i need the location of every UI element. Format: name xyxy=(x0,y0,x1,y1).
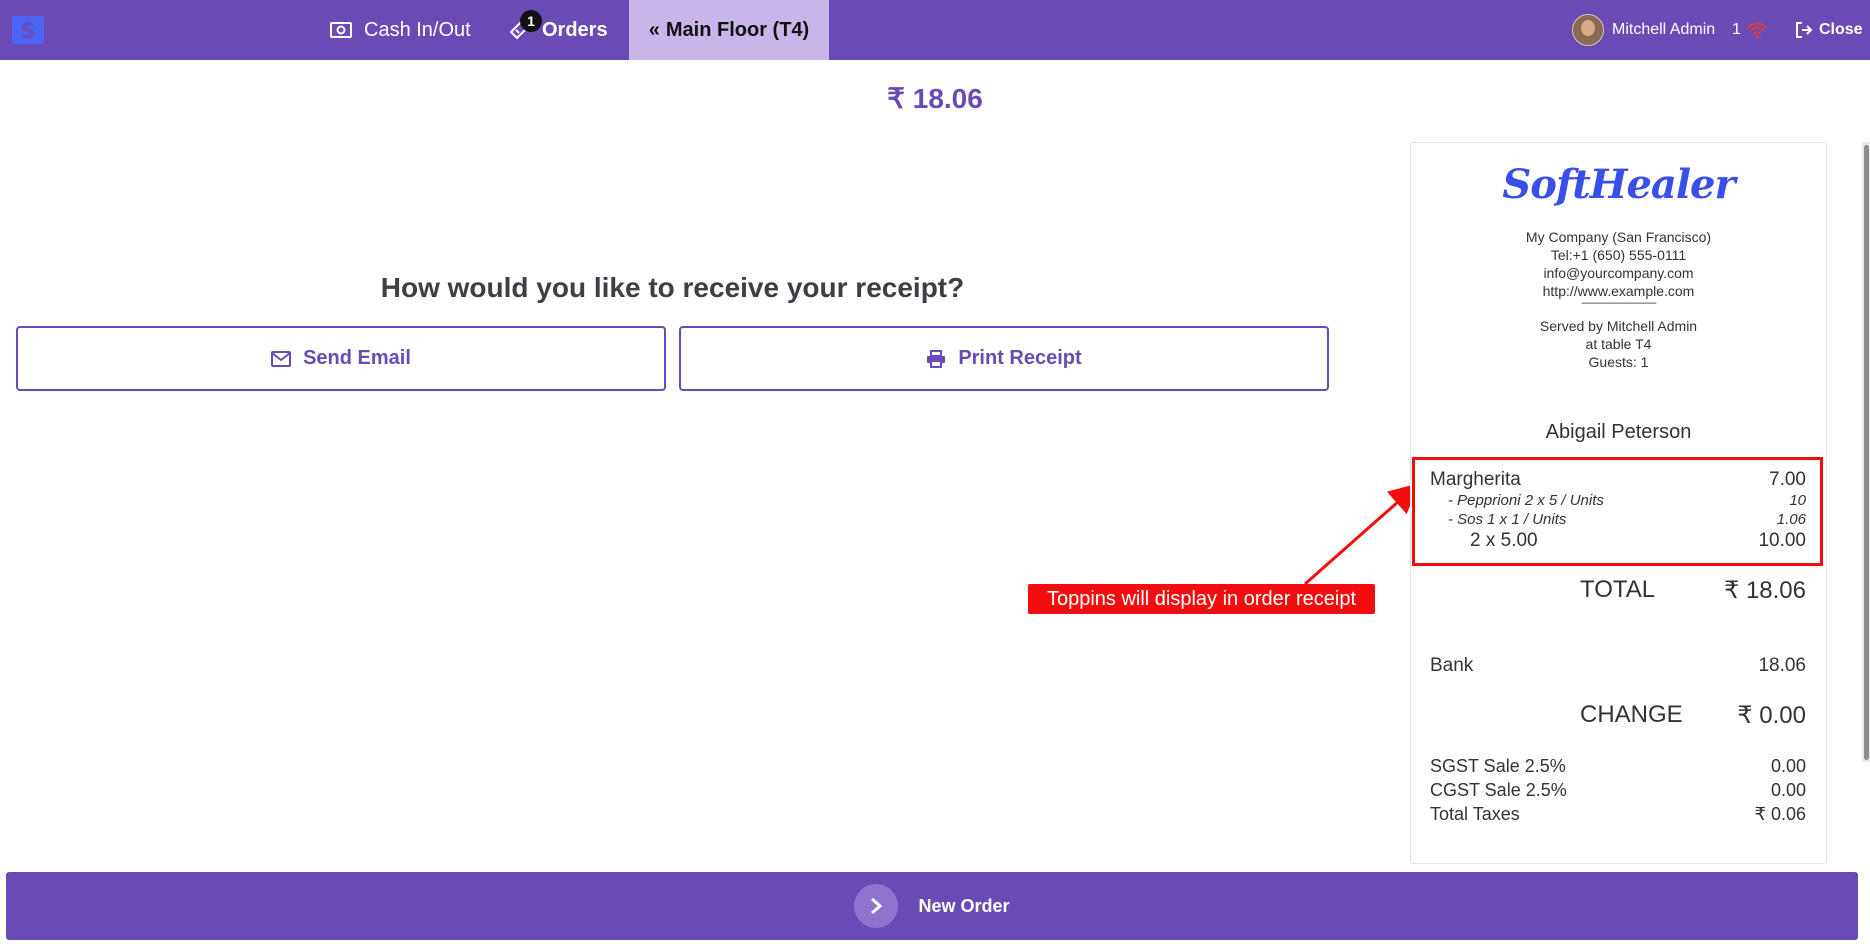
chevron-right-icon xyxy=(854,884,899,928)
cgst-value: 0.00 xyxy=(1770,780,1806,800)
taxes-label: Total Taxes xyxy=(1430,804,1520,824)
cgst-label: CGST Sale 2.5% xyxy=(1430,780,1567,800)
receipt-payment-row: Bank 18.06 xyxy=(1430,655,1806,677)
receipt-served-by: Served by Mitchell Admin xyxy=(1539,318,1698,334)
receipt-change-row: CHANGE ₹ 0.00 xyxy=(1430,701,1806,730)
receipt-company: My Company (San Francisco) xyxy=(1525,229,1712,245)
payment-value: 18.06 xyxy=(1758,655,1806,676)
receipt-brand-logo: SoftHealer xyxy=(1502,161,1735,208)
toppings-highlight-box xyxy=(1412,457,1823,566)
new-order-label: New Order xyxy=(918,895,1010,916)
receipt-customer: Abigail Peterson xyxy=(1545,421,1692,443)
change-value: ₹ 0.00 xyxy=(1737,702,1806,729)
receipt-tax-row: Total Taxes ₹ 0.06 xyxy=(1430,804,1806,825)
receipt-guests: Guests: 1 xyxy=(1588,354,1649,370)
receipt-tax-row: SGST Sale 2.5% 0.00 xyxy=(1430,756,1806,777)
receipt-total-row: TOTAL ₹ 18.06 xyxy=(1430,576,1806,605)
taxes-value: ₹ 0.06 xyxy=(1754,804,1807,824)
change-label: CHANGE xyxy=(1580,701,1683,728)
total-value: ₹ 18.06 xyxy=(1724,577,1806,604)
payment-method: Bank xyxy=(1430,655,1474,676)
receipt-table: at table T4 xyxy=(1585,336,1652,352)
annotation-label: Toppins will display in order receipt xyxy=(1028,584,1375,614)
receipt-tax-row: CGST Sale 2.5% 0.00 xyxy=(1430,780,1806,801)
new-order-button[interactable]: New Order xyxy=(6,872,1858,940)
total-label: TOTAL xyxy=(1580,576,1656,603)
receipt-email: info@yourcompany.com xyxy=(1543,265,1694,281)
sgst-value: 0.00 xyxy=(1770,756,1806,776)
receipt-separator: -------------------------------- xyxy=(1581,298,1657,309)
receipt-tel: Tel:+1 (650) 555-0111 xyxy=(1550,247,1687,263)
sgst-label: SGST Sale 2.5% xyxy=(1430,756,1566,776)
receipt-website: http://www.example.com xyxy=(1542,283,1695,299)
receipt-scroll-thumb[interactable] xyxy=(1864,145,1869,760)
